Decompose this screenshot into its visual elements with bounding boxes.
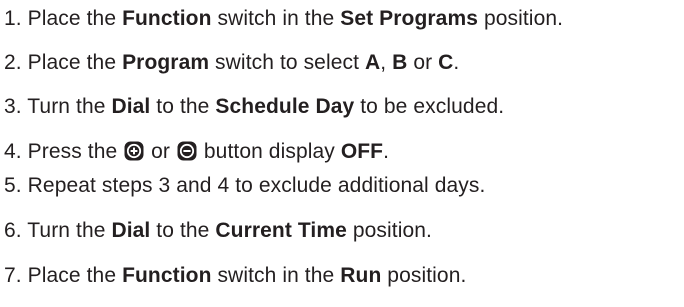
step-4: 4. Press the or button display OFF. (4, 139, 389, 165)
step-5: 5. Repeat steps 3 and 4 to exclude addit… (4, 173, 485, 199)
step-term: Run (340, 264, 382, 287)
step-number: 5. (4, 174, 22, 197)
step-text: position. (346, 219, 432, 242)
step-number: 6. (4, 219, 22, 242)
step-term: OFF (340, 140, 384, 163)
step-term: Dial (111, 95, 151, 118)
step-text: to be excluded. (354, 95, 505, 118)
step-text: Press the (27, 140, 124, 163)
step-text: . (453, 51, 460, 74)
step-term: Dial (111, 219, 151, 242)
step-2: 2. Place the Program switch to select A,… (4, 50, 459, 76)
step-number: 7. (4, 264, 22, 287)
step-text: , (380, 51, 393, 74)
step-text: Repeat steps 3 and 4 to exclude addition… (27, 174, 486, 197)
step-text: Place the (27, 51, 123, 74)
step-number: 1. (4, 7, 22, 30)
step-term: Program (122, 51, 210, 74)
step-3: 3. Turn the Dial to the Schedule Day to … (4, 94, 504, 120)
step-text: switch to select (209, 51, 365, 74)
step-1: 1. Place the Function switch in the Set … (4, 6, 563, 32)
step-number: 3. (4, 95, 22, 118)
step-term: Current Time (215, 219, 347, 242)
instruction-steps: 1. Place the Function switch in the Set … (0, 0, 684, 307)
step-text: . (383, 140, 390, 163)
minus-button-icon (177, 141, 197, 161)
step-7: 7. Place the Function switch in the Run … (4, 263, 466, 289)
step-text: or (145, 140, 176, 163)
step-text: Turn the (27, 95, 112, 118)
step-term: Function (122, 264, 212, 287)
step-term: Schedule Day (215, 95, 355, 118)
plus-button-icon (124, 141, 144, 161)
step-text: Turn the (27, 219, 112, 242)
step-text: Place the (27, 264, 123, 287)
step-term: C (438, 51, 454, 74)
step-text: to the (150, 219, 216, 242)
step-number: 4. (4, 140, 22, 163)
step-text: to the (150, 95, 216, 118)
step-text: switch in the (211, 264, 341, 287)
step-text: button display (197, 140, 341, 163)
step-text: switch in the (211, 7, 341, 30)
step-term: Set Programs (340, 7, 479, 30)
step-term: B (392, 51, 408, 74)
step-text: or (407, 51, 439, 74)
step-6: 6. Turn the Dial to the Current Time pos… (4, 218, 432, 244)
step-term: Function (122, 7, 212, 30)
step-term: A (364, 51, 381, 74)
step-text: Place the (27, 7, 123, 30)
step-text: position. (381, 264, 467, 287)
step-number: 2. (4, 51, 22, 74)
step-text: position. (478, 7, 564, 30)
